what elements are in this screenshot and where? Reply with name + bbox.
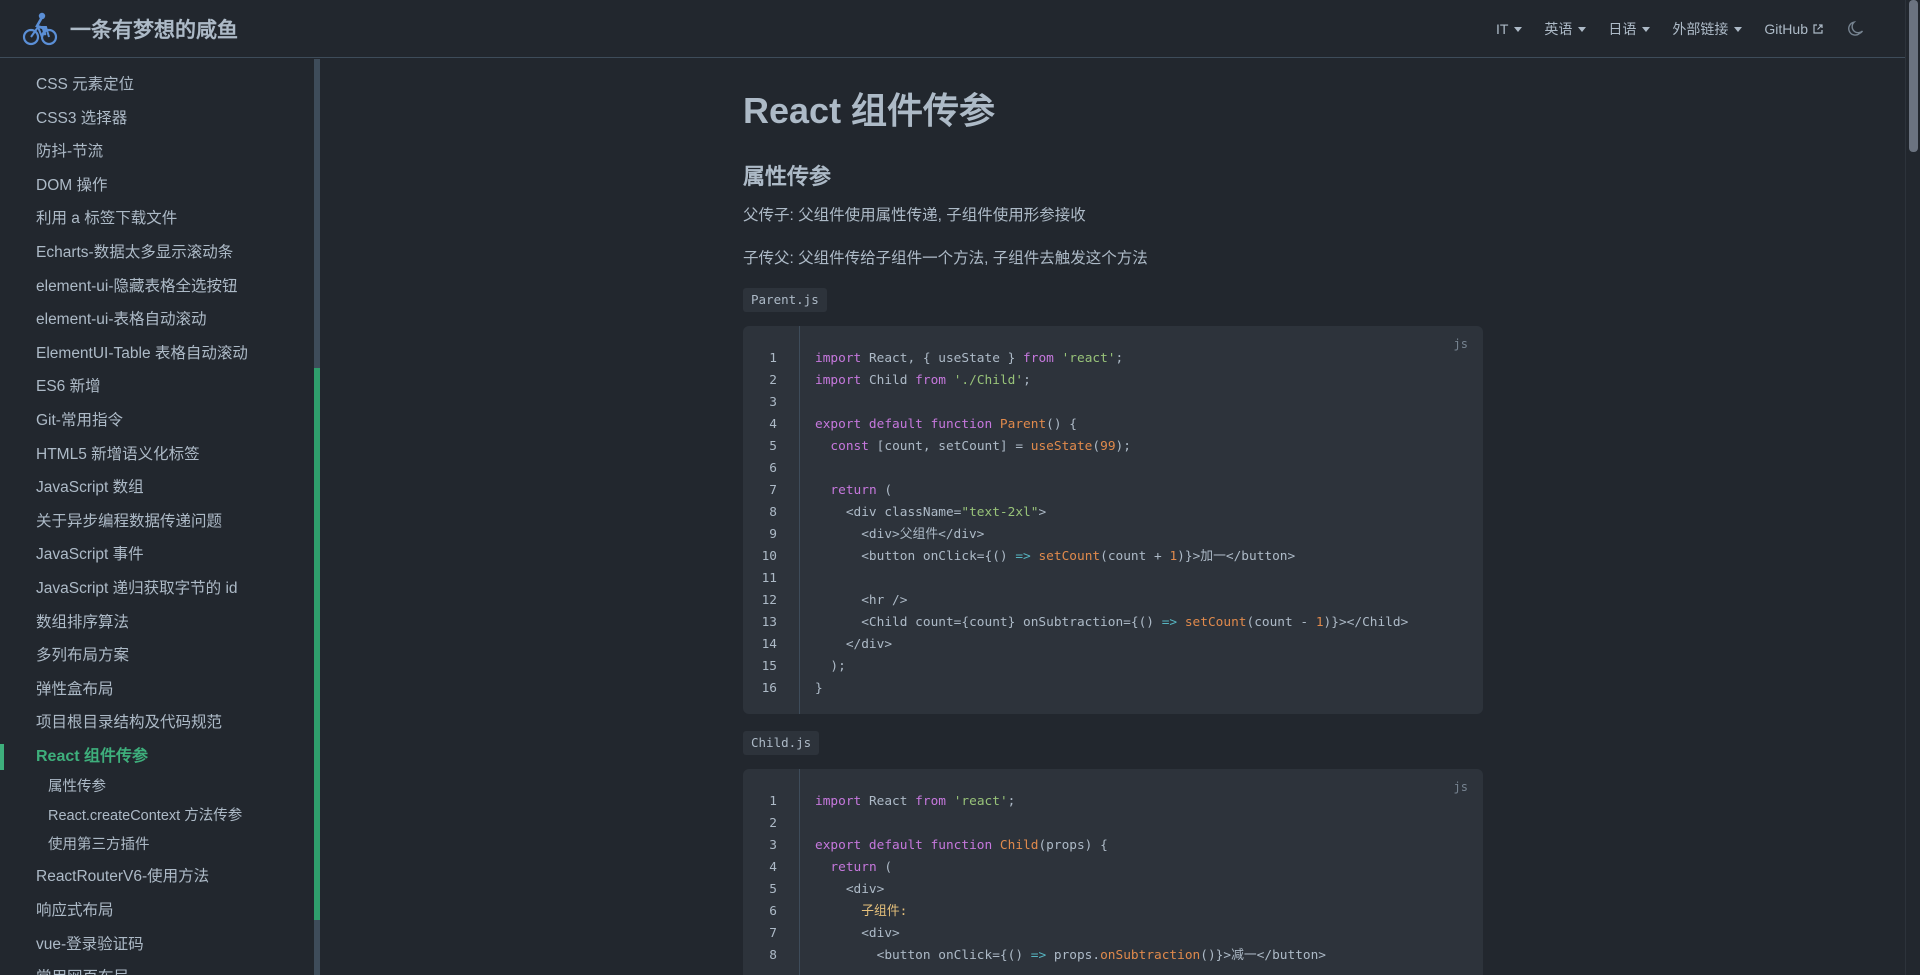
sidebar-item[interactable]: CSS3 选择器 (0, 102, 314, 136)
sidebar-item[interactable]: 响应式布局 (0, 894, 314, 928)
code-line: 13 <Child count={count} onSubtraction={(… (761, 615, 1409, 630)
nav-dropdown-external[interactable]: 外部链接 (1672, 19, 1743, 39)
sidebar-item[interactable]: CSS 元素定位 (0, 68, 314, 102)
code-line: 1 import React, { useState } from 'react'… (769, 351, 1124, 366)
caret-down-icon (1514, 27, 1523, 32)
code-line: 2 import Child from './Child'; (769, 373, 1031, 388)
main-content: React 组件传参 属性传参 父传子: 父组件使用属性传递, 子组件使用形参接… (743, 59, 1483, 975)
sidebar-item[interactable]: element-ui-表格自动滚动 (0, 303, 314, 337)
code-line: 4 return ( (769, 860, 893, 875)
moon-icon[interactable] (1847, 20, 1865, 38)
code-line: 14 </div> (761, 637, 893, 652)
code-block-parent: js 1 import React, { useState } from 'rea… (743, 326, 1483, 714)
code-line: 15 ); (761, 659, 846, 674)
code-line: 8 <div className="text-2xl"> (769, 505, 1047, 520)
page-scrollbar[interactable] (1905, 0, 1920, 975)
caret-down-icon (1578, 27, 1587, 32)
code-line: 4 export default function Parent() { (769, 417, 1077, 432)
sidebar: CSS 元素定位 CSS3 选择器 防抖-节流 DOM 操作 利用 a 标签下载… (0, 59, 314, 975)
sidebar-item[interactable]: HTML5 新增语义化标签 (0, 438, 314, 472)
sidebar-item[interactable]: DOM 操作 (0, 169, 314, 203)
code-line: 3 (769, 395, 777, 410)
sidebar-item-active[interactable]: React 组件传参 (0, 740, 314, 774)
code-line: 6 子组件: (769, 904, 908, 919)
code-line: 9 <div>父组件</div> (769, 527, 985, 542)
sidebar-item[interactable]: ES6 新增 (0, 370, 314, 404)
caret-down-icon (1734, 27, 1743, 32)
code-language-label: js (1453, 780, 1468, 794)
nav-label: 外部链接 (1672, 21, 1729, 37)
sidebar-item[interactable]: 项目根目录结构及代码规范 (0, 706, 314, 740)
sidebar-subitem[interactable]: React.createContext 方法传参 (0, 802, 314, 831)
code-line: 8 <button onClick={() => props.onSubtrac… (769, 948, 1327, 963)
nav-dropdown-it[interactable]: IT (1495, 21, 1523, 37)
code-line: 3 export default function Child(props) { (769, 838, 1108, 853)
sidebar-item[interactable]: ElementUI-Table 表格自动滚动 (0, 337, 314, 371)
file-name-tag: Parent.js (743, 288, 827, 312)
sidebar-list: CSS 元素定位 CSS3 选择器 防抖-节流 DOM 操作 利用 a 标签下载… (0, 59, 314, 975)
site-title: 一条有梦想的咸鱼 (70, 18, 238, 42)
sidebar-item[interactable]: JavaScript 数组 (0, 471, 314, 505)
sidebar-item[interactable]: vue-登录验证码 (0, 928, 314, 962)
sidebar-item[interactable]: 多列布局方案 (0, 639, 314, 673)
code-block-child: js 1 import React from 'react'; 2 3 export… (743, 769, 1483, 975)
code-line: 5 <div> (769, 882, 885, 897)
code-line: 5 const [count, setCount] = useState(99)… (769, 439, 1131, 454)
sidebar-item[interactable]: Git-常用指令 (0, 404, 314, 438)
nav-link-github[interactable]: GitHub (1764, 21, 1823, 37)
nav-dropdown-english[interactable]: 英语 (1544, 19, 1587, 39)
code-line: 16} (761, 681, 823, 696)
page-title: React 组件传参 (743, 90, 996, 131)
nav-label: 日语 (1608, 21, 1637, 37)
navbar: 一条有梦想的咸鱼 IT 英语 日语 外部链接 GitHub (0, 0, 1905, 58)
sidebar-item[interactable]: ReactRouterV6-使用方法 (0, 860, 314, 894)
sidebar-item[interactable]: element-ui-隐藏表格全选按钮 (0, 270, 314, 304)
sidebar-item[interactable]: Echarts-数据太多显示滚动条 (0, 236, 314, 270)
nav-label: IT (1495, 21, 1509, 37)
code-line: 11 (761, 571, 777, 586)
sidebar-item[interactable]: 数组排序算法 (0, 606, 314, 640)
sidebar-item[interactable]: 防抖-节流 (0, 135, 314, 169)
gutter-divider (799, 769, 800, 975)
caret-down-icon (1642, 27, 1651, 32)
file-name-tag: Child.js (743, 731, 820, 755)
code-line: 12 <hr /> (761, 593, 908, 608)
sidebar-subitem[interactable]: 使用第三方插件 (0, 831, 314, 860)
code-line: 7 <div> (769, 926, 900, 941)
code-line: 10 <button onClick={() => setCount(count… (761, 549, 1296, 564)
sidebar-subitem[interactable]: 属性传参 (0, 773, 314, 802)
section-heading: 属性传参 (743, 164, 832, 189)
code-language-label: js (1453, 337, 1468, 351)
cyclist-logo-icon (22, 12, 58, 45)
nav-links: IT 英语 日语 外部链接 GitHub (1474, 0, 1865, 58)
code-line: 2 (769, 816, 777, 831)
nav-label: 英语 (1544, 21, 1573, 37)
gutter-divider (799, 326, 800, 714)
sidebar-item[interactable]: JavaScript 事件 (0, 538, 314, 572)
code-line: 6 (769, 461, 777, 476)
sidebar-scroll-thumb[interactable] (314, 368, 320, 920)
code-line: 7 return ( (769, 483, 893, 498)
nav-dropdown-japanese[interactable]: 日语 (1608, 19, 1651, 39)
external-link-icon (1813, 24, 1823, 34)
sidebar-item[interactable]: JavaScript 递归获取字节的 id (0, 572, 314, 606)
sidebar-item[interactable]: 弹性盒布局 (0, 673, 314, 707)
sidebar-item[interactable]: 常用网页布局 (0, 961, 314, 975)
sidebar-item[interactable]: 关于异步编程数据传递问题 (0, 505, 314, 539)
brand[interactable]: 一条有梦想的咸鱼 (22, 11, 238, 47)
paragraph: 父传子: 父组件使用属性传递, 子组件使用形参接收 (743, 207, 1086, 224)
sidebar-item[interactable]: 利用 a 标签下载文件 (0, 202, 314, 236)
paragraph: 子传父: 父组件传给子组件一个方法, 子组件去触发这个方法 (743, 250, 1148, 267)
code-line: 1 import React from 'react'; (769, 794, 1016, 809)
page-scroll-thumb[interactable] (1909, 0, 1918, 152)
nav-label: GitHub (1764, 21, 1808, 37)
